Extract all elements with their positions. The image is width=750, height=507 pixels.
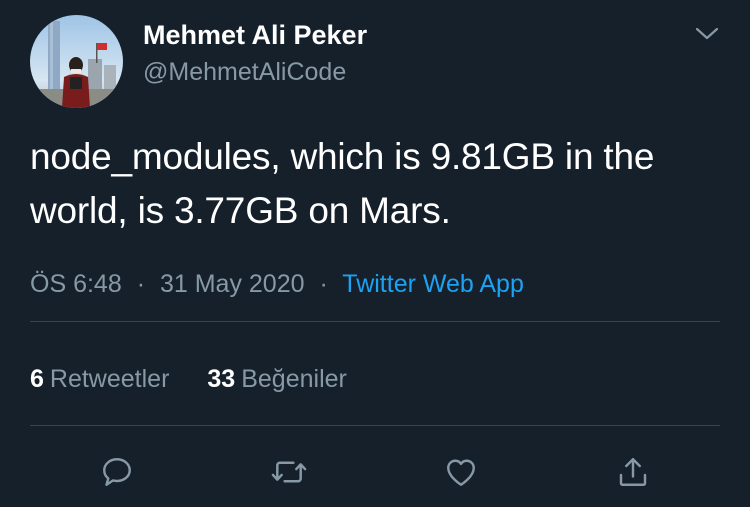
retweets-count: 6 [30,365,44,393]
likes-label: Beğeniler [241,365,347,393]
reply-icon[interactable] [97,452,137,492]
tweet-stats: 6 Retweetler 33 Beğeniler [30,365,347,394]
like-icon[interactable] [441,452,481,492]
display-name[interactable]: Mehmet Ali Peker [143,20,367,51]
tweet-time[interactable]: ÖS 6:48 [30,270,122,298]
avatar[interactable] [30,15,123,108]
tweet-text: node_modules, which is 9.81GB in the wor… [30,130,730,238]
retweets-label: Retweetler [49,365,170,393]
likes-count: 33 [207,365,236,393]
tweet-text-line2: world, is 3.77GB on Mars. [30,190,451,231]
tweet-meta: ÖS 6:48 · 31 May 2020 · Twitter Web App [30,270,524,299]
user-handle: @MehmetAliCode [143,58,347,86]
tweet-text-line1: node_modules, which is 9.81GB in the [30,136,655,177]
likes-stat[interactable]: 33 Beğeniler [207,365,346,394]
divider [30,321,720,322]
retweets-stat[interactable]: 6 Retweetler [30,365,169,394]
meta-separator: · [319,270,328,298]
divider [30,425,720,426]
meta-separator: · [136,270,146,298]
retweet-icon[interactable] [269,452,309,492]
chevron-down-icon[interactable] [690,20,724,48]
tweet-source-link[interactable]: Twitter Web App [342,270,524,298]
tweet-date[interactable]: 31 May 2020 [160,270,305,298]
share-icon[interactable] [613,452,653,492]
